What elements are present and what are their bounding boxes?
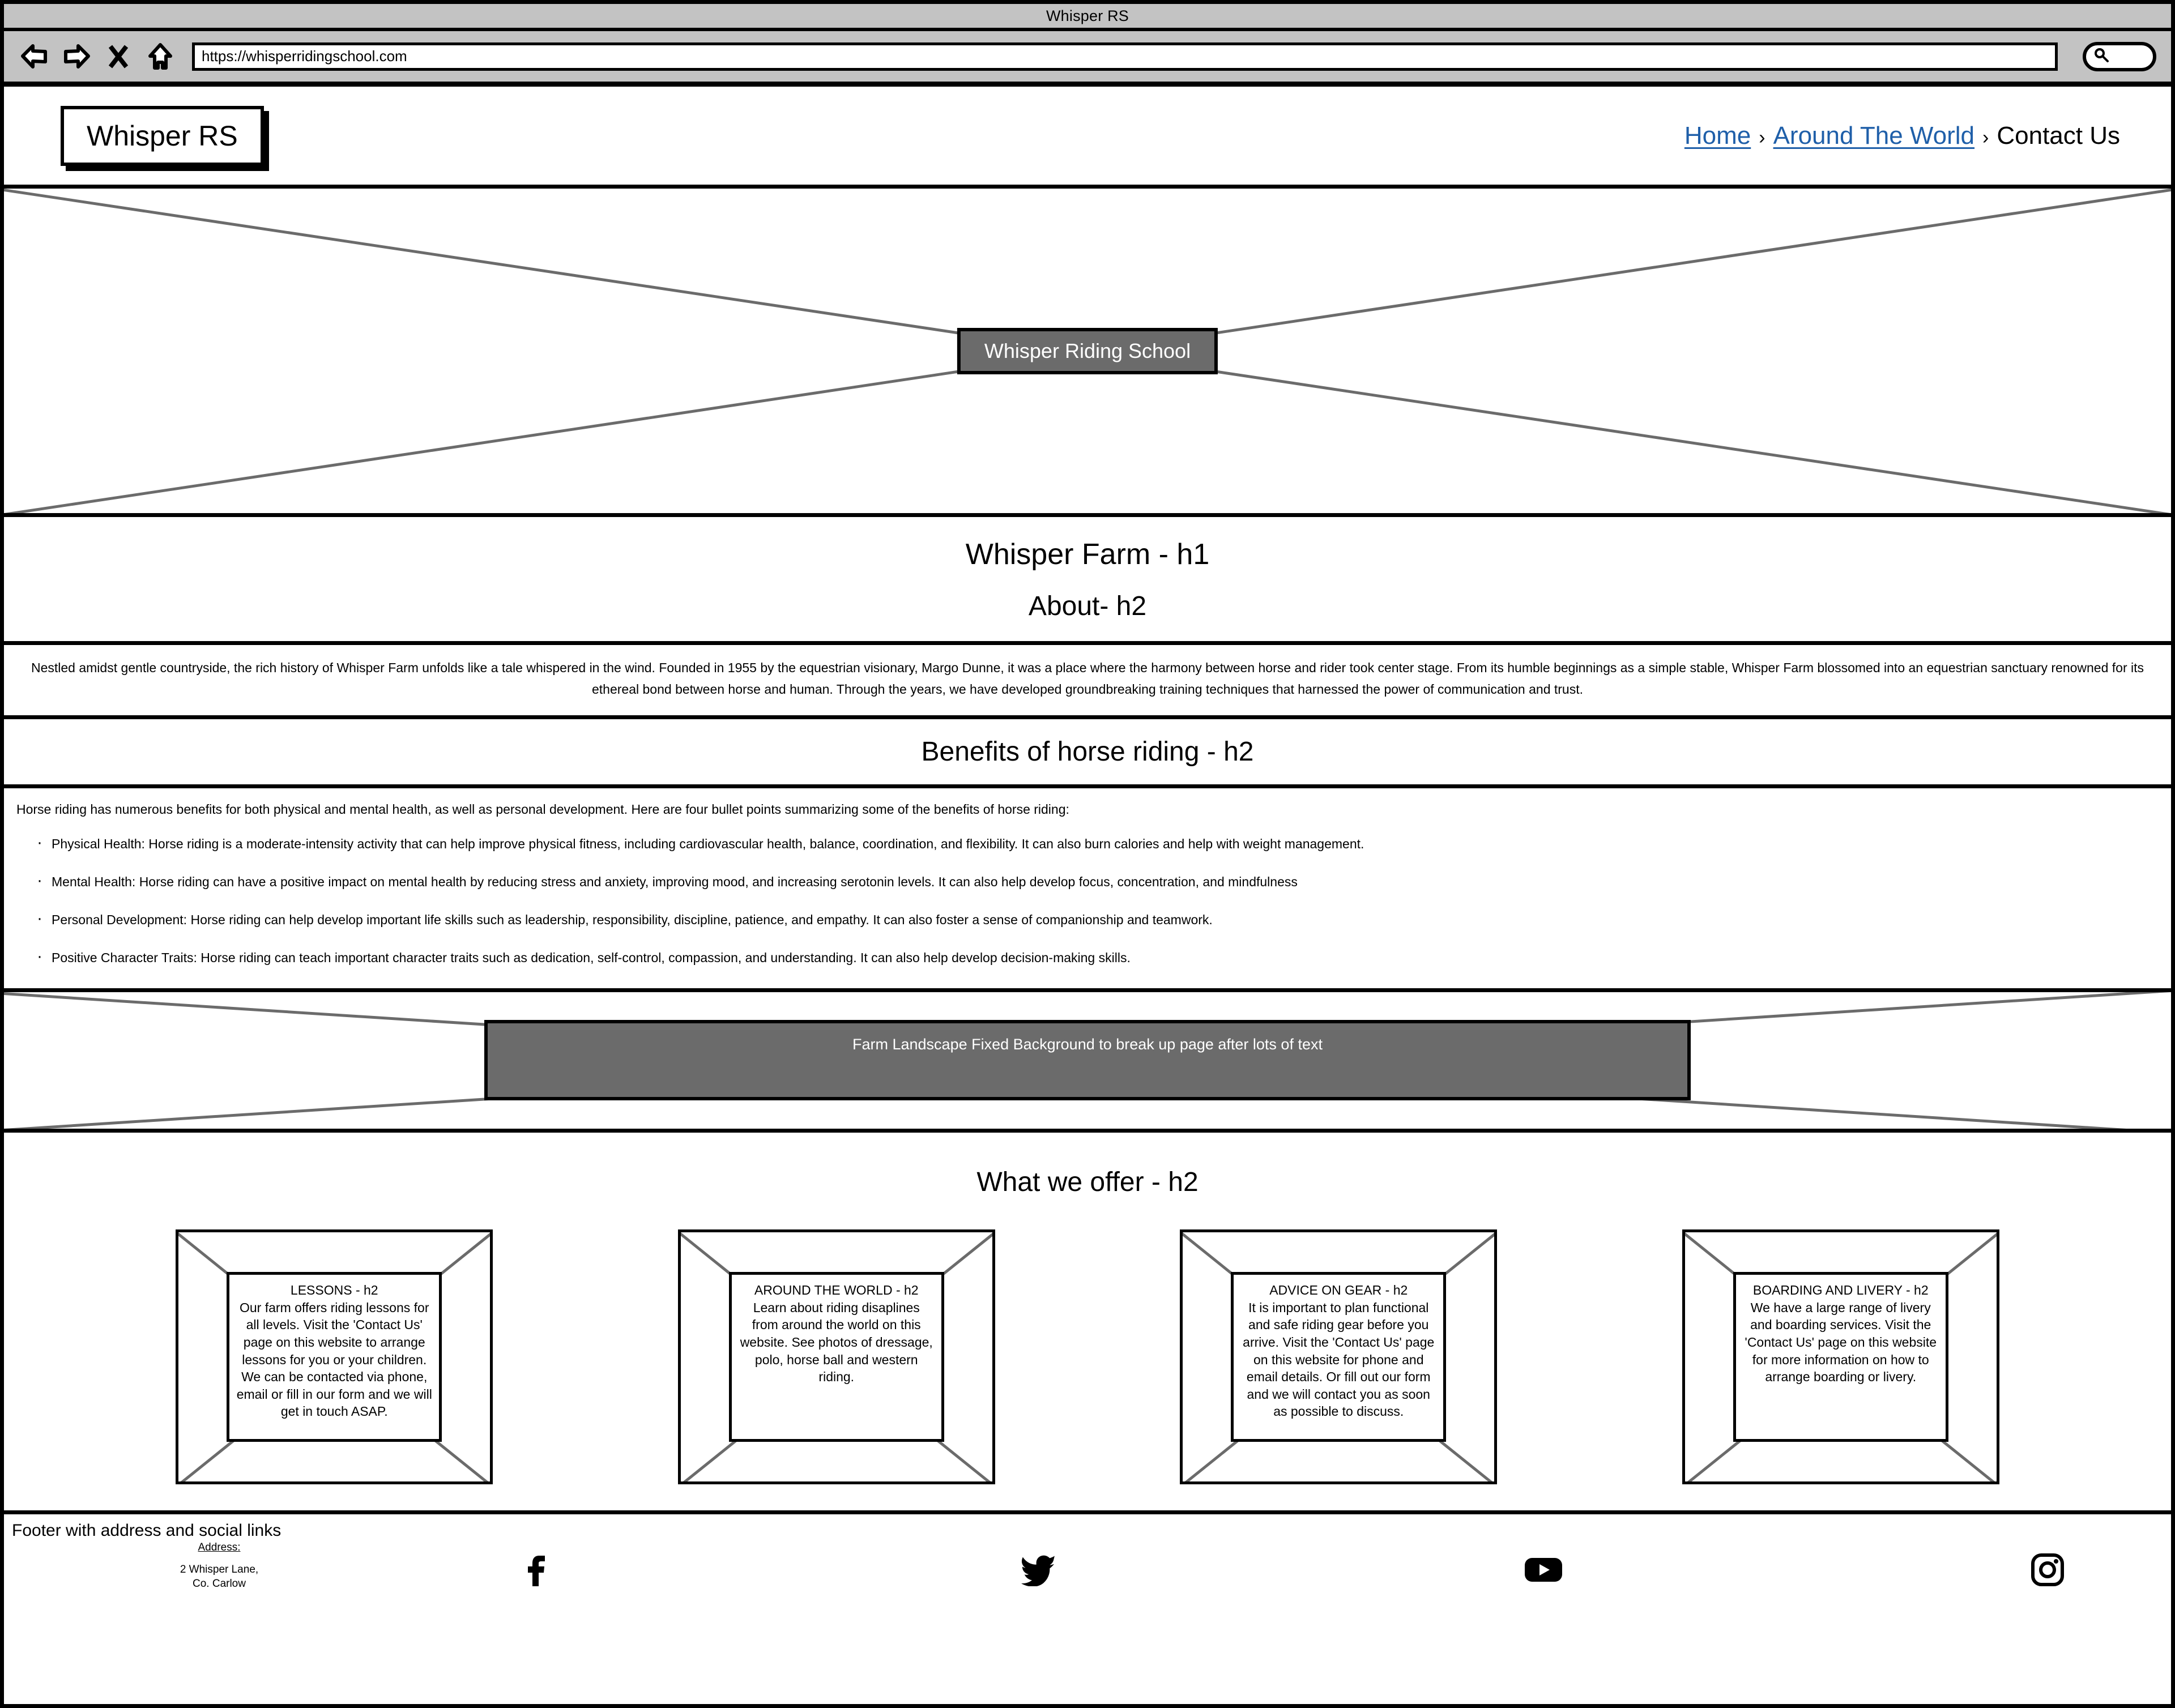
- offer-card-list: LESSONS - h2 Our farm offers riding less…: [4, 1229, 2171, 1484]
- youtube-icon[interactable]: [1522, 1548, 1565, 1591]
- list-item: Physical Health: Horse riding is a moder…: [16, 833, 2159, 852]
- offer-card-boarding-and-livery[interactable]: BOARDING AND LIVERY - h2 We have a large…: [1682, 1229, 1999, 1484]
- browser-toolbar: https://whisperridingschool.com: [4, 31, 2171, 87]
- url-bar[interactable]: https://whisperridingschool.com: [192, 42, 2058, 71]
- benefits-section: Horse riding has numerous benefits for b…: [4, 788, 2171, 992]
- banner-caption: Farm Landscape Fixed Background to break…: [484, 1020, 1691, 1101]
- footer-social-links: [514, 1548, 2069, 1591]
- breadcrumb-separator: ›: [1982, 126, 1989, 148]
- offer-section: What we offer - h2 LESSONS - h2 Our farm…: [4, 1132, 2171, 1514]
- breadcrumb-item-contact-us: Contact Us: [1997, 121, 2120, 150]
- footer-address: Address: 2 Whisper Lane, Co. Carlow: [146, 1542, 293, 1591]
- address-label: Address:: [198, 1541, 241, 1553]
- address-line-1: 2 Whisper Lane,: [180, 1563, 259, 1575]
- close-x-icon[interactable]: [103, 41, 134, 72]
- site-footer: Footer with address and social links Add…: [4, 1514, 2171, 1620]
- list-item: Personal Development: Horse riding can h…: [16, 909, 2159, 928]
- offer-card-title: BOARDING AND LIVERY - h2: [1752, 1282, 1929, 1297]
- site-header: Whisper RS Home › Around The World › Con…: [4, 87, 2171, 189]
- breadcrumb-separator: ›: [1759, 126, 1765, 148]
- address-line-2: Co. Carlow: [193, 1577, 246, 1590]
- offer-card-text-box: ADVICE ON GEAR - h2 It is important to p…: [1231, 1271, 1447, 1442]
- breadcrumb-item-around-the-world[interactable]: Around The World: [1773, 122, 1974, 150]
- search-icon: [2093, 46, 2110, 66]
- offer-card-title: LESSONS - h2: [290, 1282, 378, 1297]
- list-item: Positive Character Traits: Horse riding …: [16, 947, 2159, 966]
- page-title-h1: Whisper Farm - h1: [965, 538, 1210, 571]
- offer-card-title: ADVICE ON GEAR - h2: [1269, 1282, 1408, 1297]
- breadcrumb: Home › Around The World › Contact Us: [1684, 122, 2120, 150]
- offer-card-body: We have a large range of livery and boar…: [1745, 1300, 1937, 1385]
- site-logo[interactable]: Whisper RS: [61, 105, 264, 166]
- fixed-background-placeholder: Farm Landscape Fixed Background to break…: [4, 992, 2171, 1133]
- site-logo-label: Whisper RS: [87, 119, 238, 152]
- offer-card-around-the-world[interactable]: AROUND THE WORLD - h2 Learn about riding…: [677, 1229, 995, 1484]
- offer-card-advice-on-gear[interactable]: ADVICE ON GEAR - h2 It is important to p…: [1180, 1229, 1498, 1484]
- footer-label: Footer with address and social links: [12, 1521, 282, 1540]
- instagram-icon[interactable]: [2026, 1548, 2069, 1591]
- browser-window: Whisper RS https://whisperridingschool.c…: [0, 0, 2175, 1708]
- benefits-lead-paragraph: Horse riding has numerous benefits for b…: [16, 801, 1069, 817]
- headings-block: Whisper Farm - h1 About- h2: [4, 517, 2171, 645]
- offer-heading-h2: What we offer - h2: [976, 1167, 1199, 1197]
- offer-card-title: AROUND THE WORLD - h2: [754, 1282, 919, 1297]
- about-section: Nestled amidst gentle countryside, the r…: [4, 645, 2171, 719]
- benefits-heading-h2: Benefits of horse riding - h2: [921, 736, 1254, 767]
- offer-card-text-box: LESSONS - h2 Our farm offers riding less…: [227, 1271, 442, 1442]
- offer-card-text-box: AROUND THE WORLD - h2 Learn about riding…: [728, 1271, 944, 1442]
- search-input[interactable]: [2083, 41, 2156, 71]
- window-title: Whisper RS: [1046, 7, 1129, 24]
- url-text: https://whisperridingschool.com: [202, 48, 407, 65]
- about-paragraph: Nestled amidst gentle countryside, the r…: [31, 660, 2144, 697]
- forward-arrow-icon[interactable]: [61, 41, 92, 72]
- hero-caption: Whisper Riding School: [957, 327, 1218, 374]
- offer-card-text-box: BOARDING AND LIVERY - h2 We have a large…: [1733, 1271, 1948, 1442]
- twitter-icon[interactable]: [1018, 1548, 1061, 1591]
- list-item: Mental Health: Horse riding can have a p…: [16, 871, 2159, 890]
- offer-card-body: It is important to plan functional and s…: [1243, 1300, 1435, 1419]
- breadcrumb-item-home[interactable]: Home: [1684, 122, 1751, 150]
- page-viewport: Whisper RS Home › Around The World › Con…: [4, 87, 2171, 1696]
- facebook-icon[interactable]: [514, 1548, 557, 1591]
- benefits-heading-block: Benefits of horse riding - h2: [4, 719, 2171, 788]
- offer-card-lessons[interactable]: LESSONS - h2 Our farm offers riding less…: [176, 1229, 493, 1484]
- offer-card-body: Learn about riding disaplines from aroun…: [740, 1300, 933, 1385]
- back-arrow-icon[interactable]: [19, 41, 50, 72]
- benefits-list: Physical Health: Horse riding is a moder…: [16, 833, 2159, 966]
- about-heading-h2: About- h2: [1028, 591, 1147, 621]
- offer-card-body: Our farm offers riding lessons for all l…: [236, 1300, 432, 1419]
- browser-title-bar: Whisper RS: [4, 4, 2171, 31]
- home-icon[interactable]: [144, 41, 176, 72]
- hero-image-placeholder: Whisper Riding School: [4, 189, 2171, 517]
